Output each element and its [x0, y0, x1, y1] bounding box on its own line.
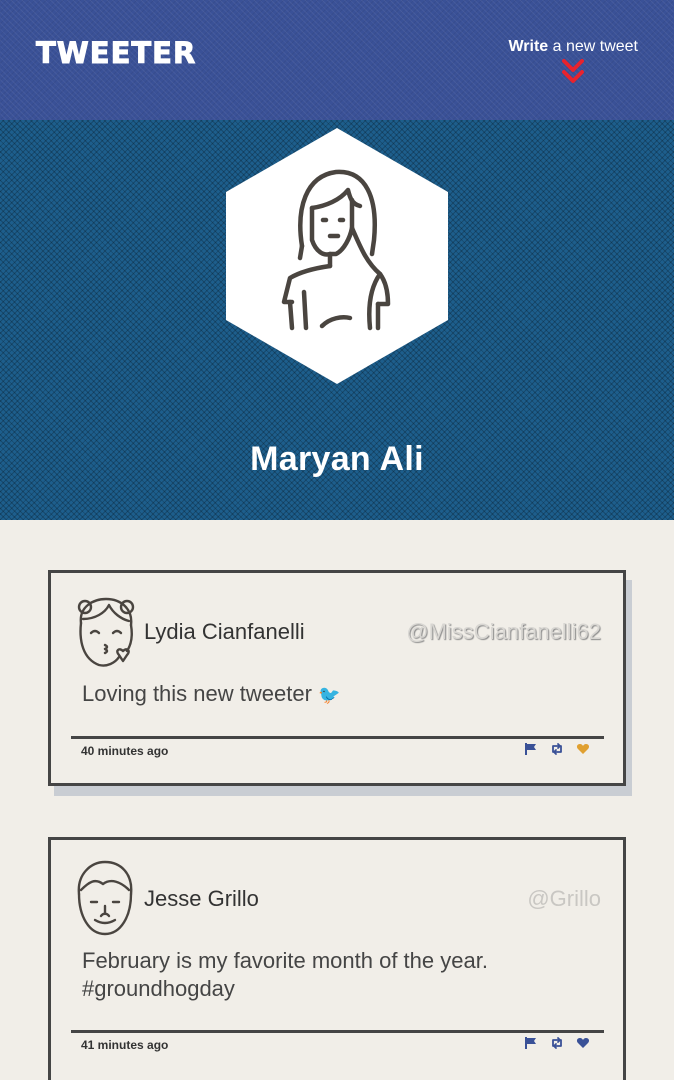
flag-icon[interactable]	[524, 742, 538, 756]
top-nav: TWEETER Write a new tweet	[0, 0, 674, 120]
profile-avatar	[226, 128, 448, 384]
brand-logo[interactable]: TWEETER	[35, 36, 196, 71]
tweet-author-handle[interactable]: @Grillo	[527, 886, 601, 912]
tweet-avatar	[75, 860, 135, 938]
write-new-tweet-label[interactable]: Write a new tweet	[508, 38, 638, 56]
heart-icon[interactable]	[576, 742, 590, 756]
tweet-actions	[524, 1036, 590, 1050]
tweet-text: February is my favorite month of the yea…	[82, 948, 488, 1001]
tweet-timestamp: 41 minutes ago	[81, 1038, 169, 1052]
tweet-author-name[interactable]: Lydia Cianfanelli	[144, 619, 305, 645]
double-chevron-down-icon[interactable]	[560, 58, 586, 86]
retweet-icon[interactable]	[550, 1036, 564, 1050]
tweet-avatar	[75, 593, 135, 671]
girl-kiss-avatar-icon	[77, 597, 135, 667]
tweet-timestamp: 40 minutes ago	[81, 744, 169, 758]
flag-icon[interactable]	[524, 1036, 538, 1050]
tweet-actions	[524, 742, 590, 756]
retweet-icon[interactable]	[550, 742, 564, 756]
bird-emoji: 🐦	[318, 685, 341, 705]
tweet-footer: 41 minutes ago	[71, 1030, 604, 1062]
tweet-card: Jesse Grillo @Grillo February is my favo…	[48, 837, 626, 1080]
heart-icon[interactable]	[576, 1036, 590, 1050]
tweet-author-name[interactable]: Jesse Grillo	[144, 886, 259, 912]
man-avatar-icon	[77, 860, 133, 936]
tweet-footer: 40 minutes ago	[71, 736, 604, 768]
tweet-text: Loving this new tweeter 🐦	[82, 681, 341, 706]
write-new-tweet-button[interactable]: Write a new tweet	[508, 38, 638, 86]
profile-header: Maryan Ali	[0, 120, 674, 520]
profile-name: Maryan Ali	[250, 440, 424, 478]
tweet-author-handle[interactable]: @MissCianfanelli62	[406, 619, 601, 645]
tweet-card: Lydia Cianfanelli @MissCianfanelli62 Lov…	[48, 570, 626, 786]
woman-avatar-icon	[226, 128, 448, 384]
